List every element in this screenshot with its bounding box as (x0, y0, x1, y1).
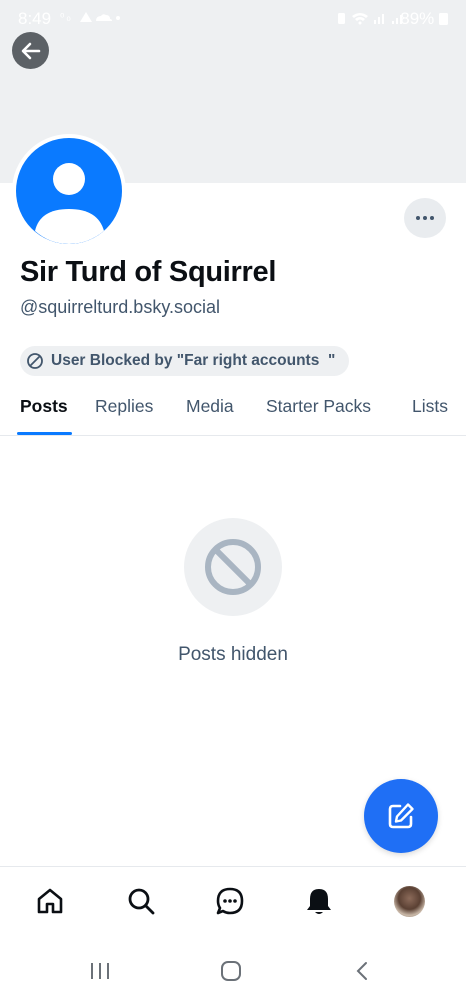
compose-post-button[interactable] (364, 779, 438, 853)
tab-posts[interactable]: Posts (20, 396, 68, 417)
active-tab-indicator (17, 432, 72, 435)
blocked-label: User Blocked by "Far right accounts " (51, 352, 336, 369)
home-circle-icon (221, 961, 241, 981)
default-user-icon (35, 163, 104, 244)
tab-replies[interactable]: Replies (95, 396, 153, 417)
ellipsis-icon (416, 216, 434, 220)
search-icon (128, 888, 155, 915)
nav-home[interactable] (30, 881, 70, 921)
battery-icon (439, 13, 448, 25)
arrow-left-icon (21, 42, 40, 59)
more-options-button[interactable] (404, 198, 446, 238)
nav-chat[interactable] (210, 881, 250, 921)
chevron-left-icon (356, 962, 367, 980)
posts-hidden-badge (184, 518, 282, 616)
tab-lists[interactable]: Lists (412, 396, 448, 417)
blocked-by-list-badge[interactable]: User Blocked by "Far right accounts " (20, 346, 350, 376)
nav-notifications[interactable] (299, 881, 339, 921)
status-time: 8:49 (18, 9, 52, 28)
profile-tabs: Posts Replies Media Starter Packs Lists (0, 390, 466, 436)
recent-apps-icon (91, 963, 109, 979)
back-button[interactable] (12, 32, 49, 69)
back-system-button[interactable] (342, 958, 382, 984)
tab-media[interactable]: Media (186, 396, 234, 417)
chat-icon (216, 887, 244, 915)
notification-icons: ⁰₀ (60, 10, 120, 27)
compose-icon (388, 803, 414, 829)
profile-avatar[interactable] (16, 138, 122, 244)
home-system-button[interactable] (211, 958, 251, 984)
status-bar: 8:49 ⁰₀ 89% (0, 0, 466, 40)
tab-starter-packs[interactable]: Starter Packs (266, 396, 371, 417)
profile-avatar-thumbnail (393, 885, 425, 917)
nav-profile[interactable] (389, 881, 429, 921)
block-icon (27, 353, 43, 369)
posts-hidden-text: Posts hidden (178, 644, 288, 665)
system-navigation-bar (0, 940, 466, 1000)
recent-apps-button[interactable] (80, 958, 120, 984)
blocked-icon (205, 539, 261, 595)
connectivity-icons (338, 11, 408, 28)
nav-search[interactable] (121, 881, 161, 921)
profile-handle: @squirrelturd.bsky.social (20, 297, 221, 317)
bell-icon (307, 889, 331, 914)
battery-level: 89% (400, 9, 435, 28)
display-name: Sir Turd of Squirrel (20, 256, 277, 288)
bottom-navigation (0, 866, 466, 941)
home-icon (37, 888, 63, 914)
battery-indicator: 89% (400, 9, 448, 29)
svg-text:⁰₀: ⁰₀ (60, 11, 73, 24)
